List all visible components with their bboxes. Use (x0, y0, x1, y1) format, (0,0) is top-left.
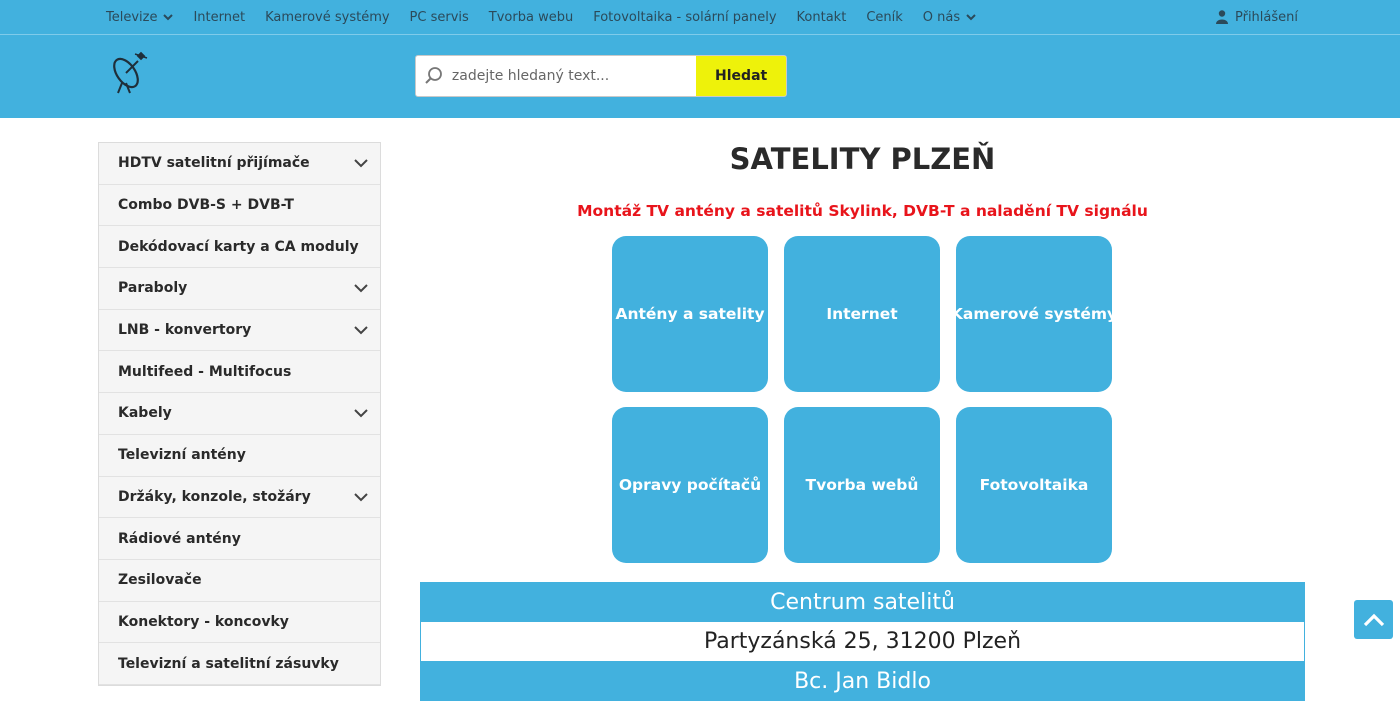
chevron-down-icon (966, 14, 976, 21)
topnav-item-internet[interactable]: Internet (183, 0, 255, 34)
tile-anteny-a-satelity[interactable]: Antény a satelity (612, 236, 768, 392)
sidebar-item-label: Paraboly (118, 280, 188, 297)
sidebar-item[interactable]: Zesilovače (99, 560, 380, 602)
page-title: SATELITY PLZEŇ (729, 142, 996, 176)
topnav-item-kontakt[interactable]: Kontakt (787, 0, 857, 34)
sidebar-item-label: HDTV satelitní přijímače (118, 155, 310, 172)
topnav-item-fotovoltaika[interactable]: Fotovoltaika - solární panely (583, 0, 786, 34)
category-sidebar: HDTV satelitní přijímače Combo DVB-S + DV… (98, 142, 381, 686)
sidebar-item[interactable]: Paraboly (99, 268, 380, 310)
user-icon (1215, 10, 1228, 24)
sidebar-item-label: Kabely (118, 405, 172, 422)
chevron-down-icon[interactable] (354, 408, 368, 418)
topnav-item-televize[interactable]: Televize (96, 0, 183, 34)
sidebar-item-label: Televizní antény (118, 447, 246, 464)
search-input[interactable] (451, 56, 697, 96)
sidebar-item-label: Rádiové antény (118, 530, 241, 547)
sidebar-item[interactable]: HDTV satelitní přijímače (99, 143, 380, 185)
sidebar-item-label: Dekódovací karty a CA moduly (118, 238, 359, 255)
sidebar-item-label: Combo DVB-S + DVB-T (118, 197, 294, 214)
sidebar-item-label: Zesilovače (118, 572, 202, 589)
page-subtitle: Montáž TV antény a satelitů Skylink, DVB… (577, 202, 1148, 220)
sidebar-item[interactable]: Televizní a satelitní zásuvky (99, 643, 380, 685)
topnav-item-cenik[interactable]: Ceník (856, 0, 912, 34)
login-link[interactable]: Přihlášení (1215, 0, 1298, 34)
top-nav: Televize Internet Kamerové systémy PC se… (96, 0, 986, 34)
header: Hledat (0, 35, 1400, 118)
chevron-down-icon[interactable] (354, 325, 368, 335)
sidebar-item[interactable]: Konektory - koncovky (99, 602, 380, 644)
search-button[interactable]: Hledat (696, 56, 786, 96)
magnifier-icon (416, 56, 452, 96)
company-name: Centrum satelitů (420, 582, 1305, 622)
tile-tvorba-webu[interactable]: Tvorba webů (784, 407, 940, 563)
sidebar-item[interactable]: Televizní antény (99, 435, 380, 477)
chevron-down-icon (163, 14, 174, 21)
sidebar-item-label: LNB - konvertory (118, 322, 252, 339)
chevron-down-icon[interactable] (354, 283, 368, 293)
topnav-item-o-nas[interactable]: O nás (913, 0, 986, 34)
search-bar: Hledat (415, 55, 787, 97)
top-bar: Televize Internet Kamerové systémy PC se… (0, 0, 1400, 35)
chevron-up-icon (1363, 613, 1384, 626)
sidebar-item[interactable]: Dekódovací karty a CA moduly (99, 226, 380, 269)
sidebar-item[interactable]: Kabely (99, 393, 380, 435)
sidebar-item[interactable]: Rádiové antény (99, 518, 380, 560)
company-address: Partyzánská 25, 31200 Plzeň (420, 622, 1305, 661)
sidebar-item-label: Držáky, konzole, stožáry (118, 488, 311, 505)
sidebar-item-label: Televizní a satelitní zásuvky (118, 655, 339, 672)
tile-opravy-pocitacu[interactable]: Opravy počítačů (612, 407, 768, 563)
topnav-item-tvorba-webu[interactable]: Tvorba webu (479, 0, 583, 34)
chevron-down-icon[interactable] (354, 492, 368, 502)
sidebar-item[interactable]: LNB - konvertory (99, 310, 380, 352)
login-label: Přihlášení (1234, 9, 1298, 25)
topnav-item-pc-servis[interactable]: PC servis (400, 0, 479, 34)
contact-person: Bc. Jan Bidlo (420, 661, 1305, 701)
sidebar-item-label: Konektory - koncovky (118, 613, 289, 630)
topnav-item-kamerove-systemy[interactable]: Kamerové systémy (255, 0, 399, 34)
tile-fotovoltaika[interactable]: Fotovoltaika (956, 407, 1112, 563)
tile-internet[interactable]: Internet (784, 236, 940, 392)
scroll-top-button[interactable] (1354, 600, 1393, 639)
sidebar-item[interactable]: Multifeed - Multifocus (99, 351, 380, 394)
sidebar-item-label: Multifeed - Multifocus (118, 363, 292, 380)
satellite-dish-icon[interactable] (108, 49, 152, 97)
contact-info: Centrum satelitů Partyzánská 25, 31200 P… (420, 582, 1305, 701)
sidebar-item[interactable]: Combo DVB-S + DVB-T (99, 185, 380, 227)
tile-kamerove-systemy[interactable]: Kamerové systémy (951, 236, 1117, 392)
sidebar-item[interactable]: Držáky, konzole, stožáry (99, 477, 380, 519)
chevron-down-icon[interactable] (354, 158, 368, 168)
